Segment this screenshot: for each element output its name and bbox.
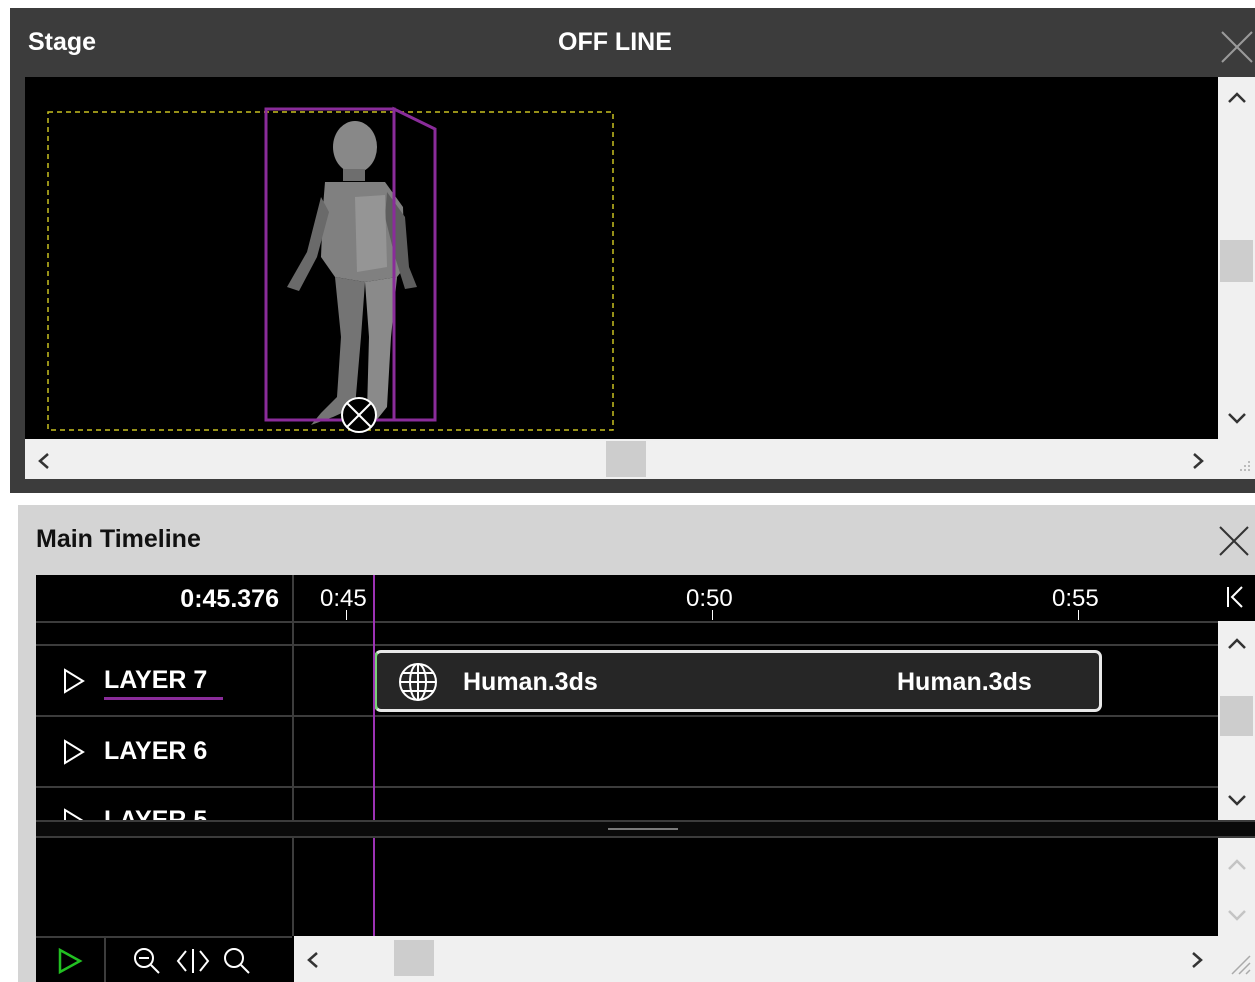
scroll-down-icon[interactable]	[1226, 908, 1248, 922]
layer-row[interactable]: LAYER 7	[36, 646, 292, 715]
ruler-label: 0:45	[320, 585, 367, 612]
clip-label-start: Human.3ds	[463, 668, 598, 696]
layer-row[interactable]: LAYER 6	[36, 717, 292, 786]
expand-layer-icon[interactable]	[62, 739, 86, 765]
zoom-in-icon[interactable]	[222, 946, 252, 976]
selected-layer-underline	[104, 697, 223, 700]
human-model	[287, 121, 417, 425]
stage-horizontal-scrollbar[interactable]	[25, 439, 1218, 479]
time-ruler[interactable]: 0:45 0:50 0:55	[294, 575, 1218, 621]
timeline-close-icon[interactable]	[1216, 523, 1252, 559]
layer-name: LAYER 6	[104, 737, 208, 765]
horizontal-scroll-thumb[interactable]	[606, 441, 646, 477]
layers-vertical-scrollbar[interactable]	[1218, 621, 1255, 820]
stage-close-icon[interactable]	[1218, 28, 1254, 64]
scroll-down-icon[interactable]	[1226, 411, 1248, 425]
layer-row[interactable]: LAYER 5	[36, 788, 292, 820]
resize-grip-icon[interactable]	[1218, 439, 1255, 479]
scroll-left-icon[interactable]	[306, 950, 320, 970]
expand-layer-icon[interactable]	[62, 808, 86, 820]
ruler-label: 0:55	[1052, 585, 1099, 612]
scroll-right-icon[interactable]	[1191, 451, 1205, 471]
horizontal-scroll-thumb[interactable]	[394, 940, 434, 976]
timeline-title: Main Timeline	[36, 525, 201, 553]
vertical-scroll-thumb[interactable]	[1220, 240, 1253, 282]
globe-icon	[399, 663, 437, 701]
stage-panel: Stage OFF LINE	[10, 8, 1255, 493]
expand-layer-icon[interactable]	[62, 668, 86, 694]
clip-label-end: Human.3ds	[897, 668, 1032, 696]
vertical-scroll-thumb[interactable]	[1220, 696, 1253, 736]
pivot-handle-icon	[341, 397, 377, 433]
scroll-left-icon[interactable]	[37, 451, 51, 471]
timeline-body: 0:45.376 0:45 0:50 0:55 LAYER 7 LAYER 6	[36, 575, 1255, 982]
stage-frame	[47, 111, 614, 431]
media-clip[interactable]: Human.3ds Human.3ds	[374, 650, 1102, 712]
go-to-start-icon[interactable]	[1218, 575, 1255, 621]
scroll-up-icon[interactable]	[1226, 858, 1248, 872]
lower-vertical-scrollbar[interactable]	[1218, 838, 1255, 936]
play-icon[interactable]	[56, 946, 84, 976]
timeline-toolbar	[36, 936, 292, 982]
stage-title: Stage	[28, 28, 97, 56]
timeline-panel: Main Timeline 0:45.376 0:45 0:50 0:55 LA…	[18, 505, 1255, 982]
stage-viewport[interactable]	[25, 77, 1218, 439]
scroll-up-icon[interactable]	[1226, 91, 1248, 105]
stage-vertical-scrollbar[interactable]	[1218, 77, 1255, 439]
zoom-out-icon[interactable]	[132, 946, 162, 976]
scroll-down-icon[interactable]	[1226, 793, 1248, 807]
layer-name: LAYER 7	[104, 666, 208, 694]
playhead[interactable]	[373, 575, 375, 936]
scroll-up-icon[interactable]	[1226, 637, 1248, 651]
current-time: 0:45.376	[180, 585, 279, 613]
pane-splitter[interactable]	[36, 820, 1255, 838]
scroll-right-icon[interactable]	[1190, 950, 1204, 970]
ruler-label: 0:50	[686, 585, 733, 612]
resize-grip-icon[interactable]	[1218, 936, 1255, 982]
timeline-horizontal-scrollbar[interactable]	[294, 936, 1218, 982]
fit-width-icon[interactable]	[174, 946, 212, 976]
layer-name: LAYER 5	[104, 806, 208, 820]
connection-status: OFF LINE	[558, 28, 672, 56]
